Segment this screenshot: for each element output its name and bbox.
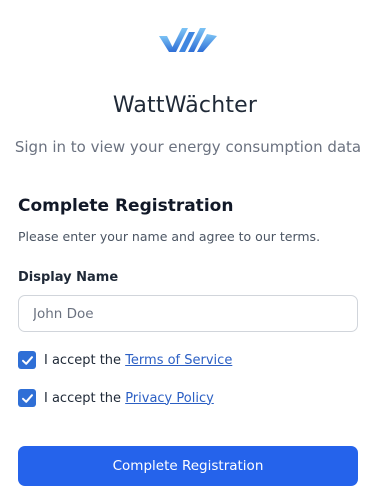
privacy-checkbox[interactable] — [18, 389, 36, 407]
checkmark-icon — [21, 393, 33, 403]
complete-registration-button[interactable]: Complete Registration — [18, 446, 358, 486]
display-name-input[interactable] — [18, 295, 358, 332]
privacy-checkbox-row[interactable]: I accept the Privacy Policy — [18, 388, 214, 408]
app-title: WattWächter — [112, 93, 258, 118]
terms-text: I accept the Terms of Service — [44, 353, 232, 368]
privacy-prefix: I accept the — [44, 390, 126, 406]
checkmark-icon — [21, 355, 33, 365]
privacy-policy-link[interactable]: Privacy Policy — [125, 391, 214, 406]
terms-checkbox[interactable] — [18, 351, 36, 369]
section-title: Complete Registration — [18, 196, 234, 216]
privacy-text: I accept the Privacy Policy — [44, 391, 214, 406]
terms-checkbox-row[interactable]: I accept the Terms of Service — [18, 350, 232, 370]
terms-prefix: I accept the — [44, 352, 126, 368]
section-description: Please enter your name and agree to our … — [18, 229, 321, 244]
wattwachter-logo-icon — [159, 28, 217, 52]
app-subtitle: Sign in to view your energy consumption … — [14, 138, 362, 156]
terms-of-service-link[interactable]: Terms of Service — [125, 353, 232, 368]
display-name-label: Display Name — [18, 270, 119, 285]
